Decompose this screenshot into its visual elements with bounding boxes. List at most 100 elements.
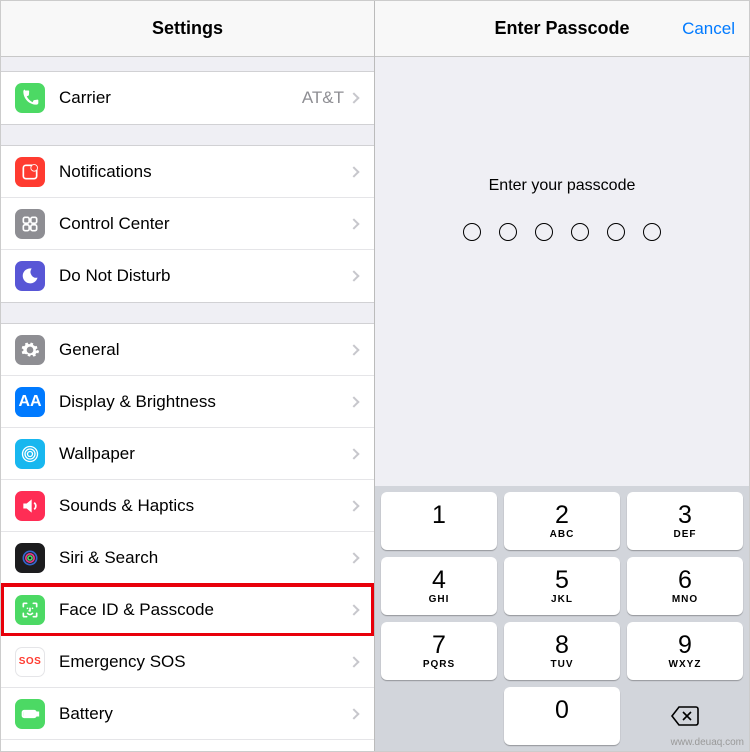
key-letters xyxy=(437,529,441,540)
sos-icon: SOS xyxy=(15,647,45,677)
key-letters: TUV xyxy=(551,659,574,670)
passcode-prompt: Enter your passcode xyxy=(489,177,636,195)
chevron-right-icon xyxy=(348,656,359,667)
keypad-key-1[interactable]: 1 xyxy=(381,492,497,550)
keypad: 1 2ABC3DEF4GHI5JKL6MNO7PQRS8TUV9WXYZ0 xyxy=(381,492,743,745)
chevron-right-icon xyxy=(348,270,359,281)
face-id-icon xyxy=(15,595,45,625)
passcode-dot xyxy=(463,223,481,241)
keypad-key-9[interactable]: 9WXYZ xyxy=(627,622,743,680)
chevron-right-icon xyxy=(348,708,359,719)
battery-icon xyxy=(15,699,45,729)
keypad-key-8[interactable]: 8TUV xyxy=(504,622,620,680)
keypad-blank xyxy=(381,687,497,745)
settings-row-siri[interactable]: Siri & Search xyxy=(1,532,374,584)
backspace-icon xyxy=(670,705,700,727)
row-label: Control Center xyxy=(59,214,350,234)
key-letters: WXYZ xyxy=(669,659,702,670)
row-label: General xyxy=(59,340,350,360)
key-number: 1 xyxy=(432,503,446,528)
settings-title: Settings xyxy=(152,18,223,39)
settings-row-display[interactable]: AADisplay & Brightness xyxy=(1,376,374,428)
keypad-key-4[interactable]: 4GHI xyxy=(381,557,497,615)
settings-row-sos[interactable]: SOS Emergency SOS xyxy=(1,636,374,688)
settings-row-wallpaper[interactable]: Wallpaper xyxy=(1,428,374,480)
chevron-right-icon xyxy=(348,448,359,459)
row-label: Carrier xyxy=(59,88,302,108)
chevron-right-icon xyxy=(348,166,359,177)
settings-row-privacy[interactable]: Privacy xyxy=(1,740,374,751)
key-number: 7 xyxy=(432,633,446,658)
settings-row-faceid[interactable]: Face ID & Passcode xyxy=(1,584,374,636)
key-number: 4 xyxy=(432,568,446,593)
passcode-pane: Enter Passcode Cancel Enter your passcod… xyxy=(375,1,749,751)
settings-row-control-center[interactable]: Control Center xyxy=(1,198,374,250)
passcode-dots xyxy=(463,223,661,241)
key-letters: GHI xyxy=(429,594,450,605)
passcode-dot xyxy=(607,223,625,241)
chevron-right-icon xyxy=(348,218,359,229)
chevron-right-icon xyxy=(348,604,359,615)
key-number: 8 xyxy=(555,633,569,658)
row-label: Face ID & Passcode xyxy=(59,600,350,620)
key-letters: PQRS xyxy=(423,659,455,670)
row-label: Do Not Disturb xyxy=(59,266,350,286)
passcode-body: Enter your passcode 1 2ABC3DEF4GHI5JKL6M… xyxy=(375,57,749,751)
key-number: 3 xyxy=(678,503,692,528)
sounds-icon xyxy=(15,491,45,521)
gear-icon xyxy=(15,335,45,365)
passcode-navbar: Enter Passcode Cancel xyxy=(375,1,749,57)
keypad-key-0[interactable]: 0 xyxy=(504,687,620,745)
key-number: 6 xyxy=(678,568,692,593)
key-letters xyxy=(560,724,564,735)
keypad-key-3[interactable]: 3DEF xyxy=(627,492,743,550)
row-value: AT&T xyxy=(302,88,344,108)
notifications-icon xyxy=(15,157,45,187)
row-label: Notifications xyxy=(59,162,350,182)
settings-row-general[interactable]: General xyxy=(1,324,374,376)
key-number: 9 xyxy=(678,633,692,658)
keypad-key-7[interactable]: 7PQRS xyxy=(381,622,497,680)
passcode-title: Enter Passcode xyxy=(494,18,629,39)
row-label: Sounds & Haptics xyxy=(59,496,350,516)
keypad-key-6[interactable]: 6MNO xyxy=(627,557,743,615)
key-number: 5 xyxy=(555,568,569,593)
control-center-icon xyxy=(15,209,45,239)
chevron-right-icon xyxy=(348,500,359,511)
key-letters: JKL xyxy=(551,594,573,605)
row-label: Battery xyxy=(59,704,350,724)
row-label: Emergency SOS xyxy=(59,652,350,672)
settings-row-dnd[interactable]: Do Not Disturb xyxy=(1,250,374,302)
settings-row-battery[interactable]: Battery xyxy=(1,688,374,740)
keypad-key-5[interactable]: 5JKL xyxy=(504,557,620,615)
settings-navbar: Settings xyxy=(1,1,374,57)
cancel-button[interactable]: Cancel xyxy=(682,19,735,39)
passcode-dot xyxy=(571,223,589,241)
chevron-right-icon xyxy=(348,92,359,103)
row-label: Siri & Search xyxy=(59,548,350,568)
dnd-icon xyxy=(15,261,45,291)
key-number: 2 xyxy=(555,503,569,528)
key-letters: DEF xyxy=(674,529,697,540)
passcode-dot xyxy=(535,223,553,241)
watermark: www.deuaq.com xyxy=(671,737,744,748)
wallpaper-icon xyxy=(15,439,45,469)
row-label: Display & Brightness xyxy=(59,392,350,412)
chevron-right-icon xyxy=(348,552,359,563)
key-number: 0 xyxy=(555,698,569,723)
siri-icon xyxy=(15,543,45,573)
chevron-right-icon xyxy=(348,396,359,407)
key-letters: ABC xyxy=(550,529,575,540)
keypad-key-2[interactable]: 2ABC xyxy=(504,492,620,550)
settings-row-sounds[interactable]: Sounds & Haptics xyxy=(1,480,374,532)
key-letters: MNO xyxy=(672,594,698,605)
settings-row-notifications[interactable]: Notifications xyxy=(1,146,374,198)
phone-icon xyxy=(15,83,45,113)
settings-row-carrier[interactable]: CarrierAT&T xyxy=(1,72,374,124)
settings-pane: Settings CarrierAT&T Notifications Control… xyxy=(1,1,375,751)
settings-list[interactable]: CarrierAT&T Notifications Control Center Do… xyxy=(1,57,374,751)
row-label: Wallpaper xyxy=(59,444,350,464)
passcode-dot xyxy=(643,223,661,241)
chevron-right-icon xyxy=(348,344,359,355)
passcode-dot xyxy=(499,223,517,241)
